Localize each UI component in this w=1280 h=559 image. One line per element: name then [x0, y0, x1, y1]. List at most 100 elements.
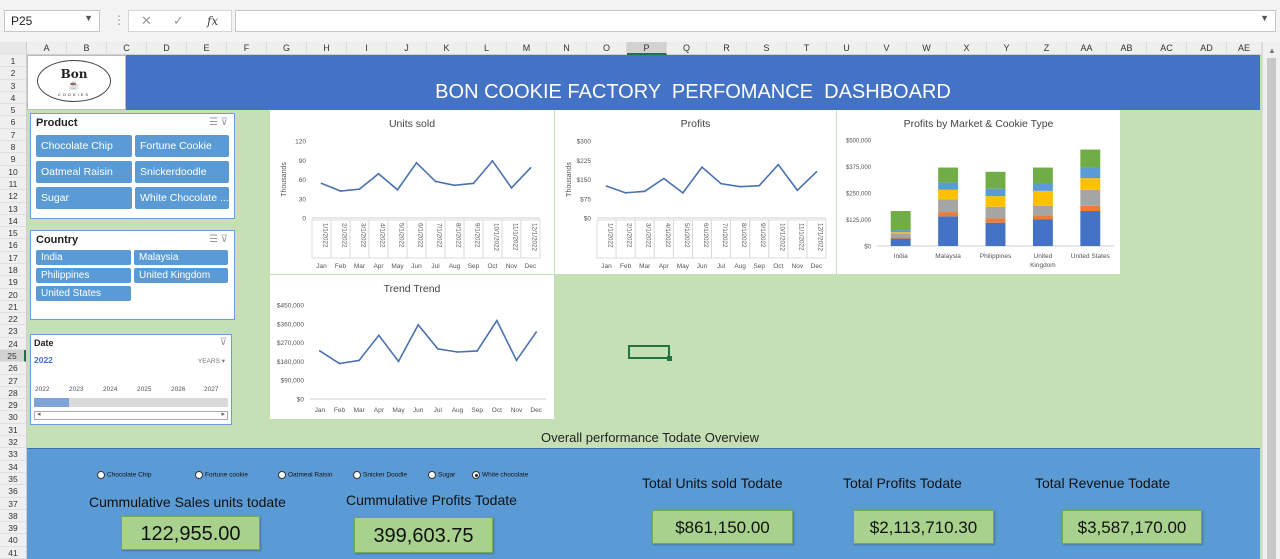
radio-white-chocolate[interactable]: White chocolate — [472, 471, 528, 479]
vertical-scrollbar[interactable]: ▲ — [1262, 42, 1280, 559]
column-header[interactable]: T — [787, 42, 827, 55]
column-header[interactable]: R — [707, 42, 747, 55]
radio-snicker-doodle[interactable]: Snicker Doodle — [353, 471, 407, 479]
column-header[interactable]: F — [227, 42, 267, 55]
column-header[interactable]: M — [507, 42, 547, 55]
row-header[interactable]: 37 — [0, 498, 26, 510]
column-header[interactable]: A — [27, 42, 67, 55]
column-header[interactable]: AA — [1067, 42, 1107, 55]
slicer-item-snickerdoodle[interactable]: Snickerdoodle — [135, 161, 229, 183]
row-header[interactable]: 14 — [0, 215, 26, 228]
timeline-selected-range[interactable] — [34, 398, 69, 407]
column-header[interactable]: K — [427, 42, 467, 55]
row-header[interactable]: 5 — [0, 104, 26, 117]
scroll-up-icon[interactable]: ▲ — [1268, 46, 1276, 55]
row-header[interactable]: 34 — [0, 461, 26, 473]
slicer-item-oatmeal-raisin[interactable]: Oatmeal Raisin — [36, 161, 132, 183]
row-header[interactable]: 30 — [0, 411, 26, 424]
row-header[interactable]: 24 — [0, 338, 26, 350]
row-header[interactable]: 22 — [0, 313, 26, 326]
row-header[interactable]: 27 — [0, 375, 26, 387]
column-header[interactable]: O — [587, 42, 627, 55]
row-header[interactable]: 26 — [0, 362, 26, 375]
row-header[interactable]: 33 — [0, 448, 26, 461]
column-header[interactable]: J — [387, 42, 427, 55]
timeline-level-dropdown[interactable]: YEARS ▾ — [198, 357, 225, 365]
row-header[interactable]: 19 — [0, 276, 26, 289]
row-header[interactable]: 18 — [0, 264, 26, 277]
units-sold-chart[interactable]: Units sold Thousands 120 90 60 30 0 1/1/2022 2/1… — [270, 110, 554, 274]
column-header[interactable]: P — [627, 42, 667, 55]
enter-icon[interactable]: ✓ — [173, 13, 184, 29]
column-header[interactable]: AC — [1147, 42, 1187, 55]
slicer-item-white-chocolate[interactable]: White Chocolate ... — [135, 187, 229, 209]
column-header[interactable]: D — [147, 42, 187, 55]
row-header[interactable]: 10 — [0, 166, 26, 178]
column-header[interactable]: C — [107, 42, 147, 55]
scroll-thumb[interactable] — [1267, 58, 1276, 559]
row-header[interactable]: 15 — [0, 227, 26, 240]
row-header[interactable]: 25 — [0, 350, 26, 363]
row-header[interactable]: 13 — [0, 203, 26, 215]
radio-sugar[interactable]: Sugar — [428, 471, 455, 479]
row-header[interactable]: 16 — [0, 239, 26, 252]
column-header[interactable]: B — [67, 42, 107, 55]
radio-fortune-cookie[interactable]: Fortune cookie — [195, 471, 248, 479]
row-header[interactable]: 41 — [0, 547, 26, 559]
radio-chocolate-chip[interactable]: Chocolate Chip — [97, 471, 151, 479]
slicer-item-united-kingdom[interactable]: United Kingdom — [134, 268, 228, 283]
slicer-item-united-states[interactable]: United States — [36, 286, 131, 301]
column-header[interactable]: Z — [1027, 42, 1067, 55]
column-header[interactable]: N — [547, 42, 587, 55]
row-header[interactable]: 29 — [0, 399, 26, 412]
column-header[interactable]: U — [827, 42, 867, 55]
column-header[interactable]: AE — [1227, 42, 1262, 55]
trend-chart[interactable]: Trend Trend $450,000 $360,000 $270,000 $180,… — [270, 275, 554, 419]
row-header[interactable]: 1 — [0, 55, 26, 68]
slicer-item-malaysia[interactable]: Malaysia — [134, 250, 228, 265]
column-header[interactable]: S — [747, 42, 787, 55]
row-header[interactable]: 2 — [0, 67, 26, 80]
column-header[interactable]: L — [467, 42, 507, 55]
row-header[interactable]: 31 — [0, 424, 26, 437]
scroll-right-icon[interactable]: ▸ — [221, 410, 225, 418]
row-header[interactable]: 9 — [0, 153, 26, 166]
slicer-item-chocolate-chip[interactable]: Chocolate Chip — [36, 135, 132, 157]
row-header[interactable]: 6 — [0, 116, 26, 129]
row-header[interactable]: 40 — [0, 534, 26, 547]
row-header[interactable]: 8 — [0, 141, 26, 154]
slicer-item-india[interactable]: India — [36, 250, 131, 265]
column-header[interactable]: AB — [1107, 42, 1147, 55]
timeline-scrollbar[interactable]: ◂ ▸ — [34, 411, 228, 420]
column-header[interactable]: Y — [987, 42, 1027, 55]
row-header[interactable]: 32 — [0, 436, 26, 449]
row-header[interactable]: 36 — [0, 485, 26, 498]
scroll-left-icon[interactable]: ◂ — [37, 410, 41, 418]
name-box[interactable]: P25 ▼ — [4, 10, 100, 32]
row-header[interactable]: 23 — [0, 325, 26, 338]
slicer-item-philippines[interactable]: Philippines — [36, 268, 131, 283]
slicer-multiselect-clear-icon[interactable]: ☰ ⊽ — [209, 234, 228, 245]
row-header[interactable]: 28 — [0, 387, 26, 400]
row-header[interactable]: 4 — [0, 92, 26, 105]
row-header[interactable]: 17 — [0, 252, 26, 264]
row-header[interactable]: 7 — [0, 129, 26, 142]
column-header[interactable]: X — [947, 42, 987, 55]
clear-filter-icon[interactable]: ⊽ — [220, 337, 227, 348]
row-header[interactable]: 3 — [0, 80, 26, 92]
column-header[interactable]: Q — [667, 42, 707, 55]
insert-function-icon[interactable]: fx — [207, 14, 218, 28]
radio-oatmeal-raisin[interactable]: Oatmeal Raisin — [278, 471, 332, 479]
column-header[interactable]: AD — [1187, 42, 1227, 55]
row-header[interactable]: 38 — [0, 510, 26, 523]
name-box-dropdown-icon[interactable]: ▼ — [84, 13, 93, 23]
row-header[interactable]: 11 — [0, 178, 26, 191]
row-header[interactable]: 20 — [0, 289, 26, 301]
formula-input[interactable]: ▼ — [235, 10, 1276, 32]
slicer-item-sugar[interactable]: Sugar — [36, 187, 132, 209]
timeline-track[interactable] — [34, 398, 228, 407]
slicer-multiselect-clear-icon[interactable]: ☰ ⊽ — [209, 117, 228, 128]
column-header[interactable]: E — [187, 42, 227, 55]
row-header[interactable]: 21 — [0, 301, 26, 314]
expand-formula-bar-icon[interactable]: ▼ — [1260, 13, 1269, 23]
